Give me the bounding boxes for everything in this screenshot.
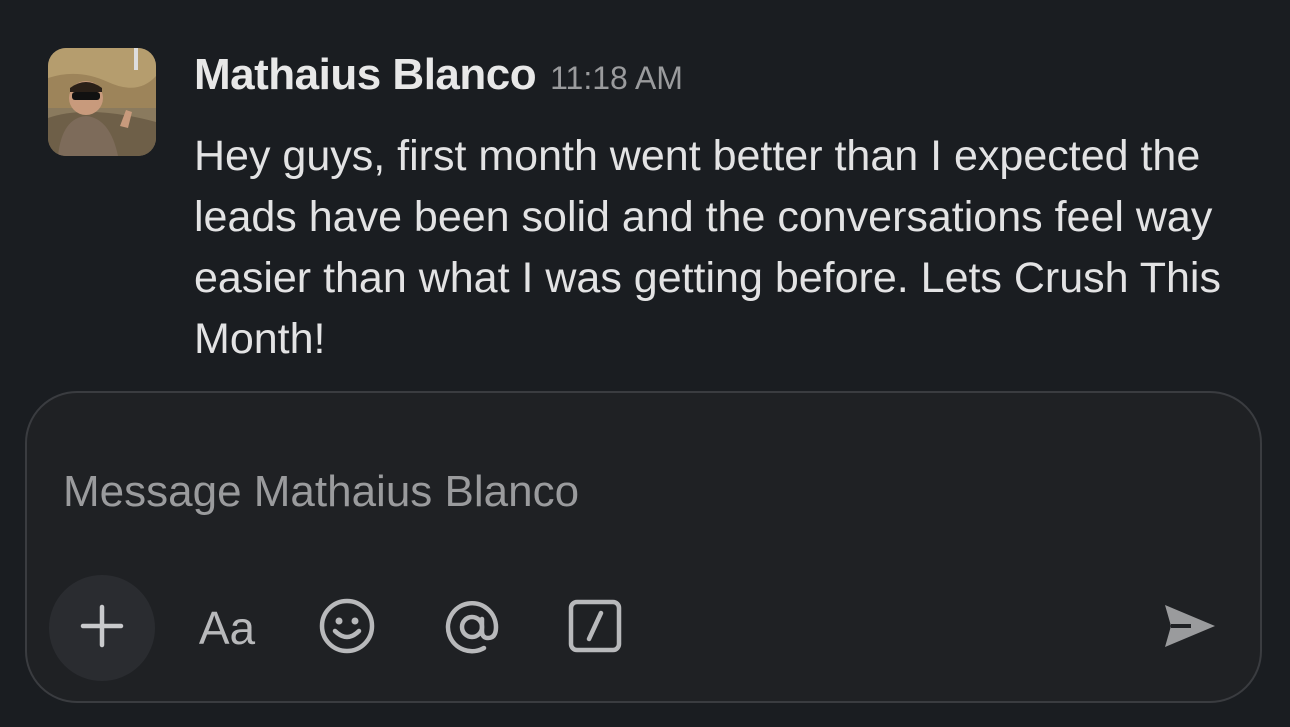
mention-button[interactable] <box>441 598 503 660</box>
plus-icon <box>78 602 126 655</box>
mention-icon <box>442 597 502 662</box>
send-icon <box>1161 601 1217 656</box>
message: Mathaius Blanco 11:18 AM Hey guys, first … <box>0 0 1290 380</box>
message-composer[interactable]: Message Mathaius Blanco Aa <box>25 391 1262 703</box>
author-name[interactable]: Mathaius Blanco <box>194 50 537 99</box>
emoji-icon <box>318 597 376 660</box>
slash-command-button[interactable] <box>567 599 623 658</box>
add-attachment-button[interactable] <box>49 575 155 681</box>
timestamp[interactable]: 11:18 AM <box>550 60 683 96</box>
message-input[interactable]: Message Mathaius Blanco <box>63 467 579 517</box>
slash-command-icon <box>568 599 622 658</box>
message-header: Mathaius Blanco 11:18 AM <box>194 50 683 100</box>
avatar[interactable] <box>48 48 156 156</box>
send-button[interactable] <box>1157 598 1221 658</box>
formatting-button[interactable]: Aa <box>187 598 267 658</box>
message-body: Hey guys, first month went better than I… <box>194 132 1221 363</box>
emoji-button[interactable] <box>317 598 377 658</box>
